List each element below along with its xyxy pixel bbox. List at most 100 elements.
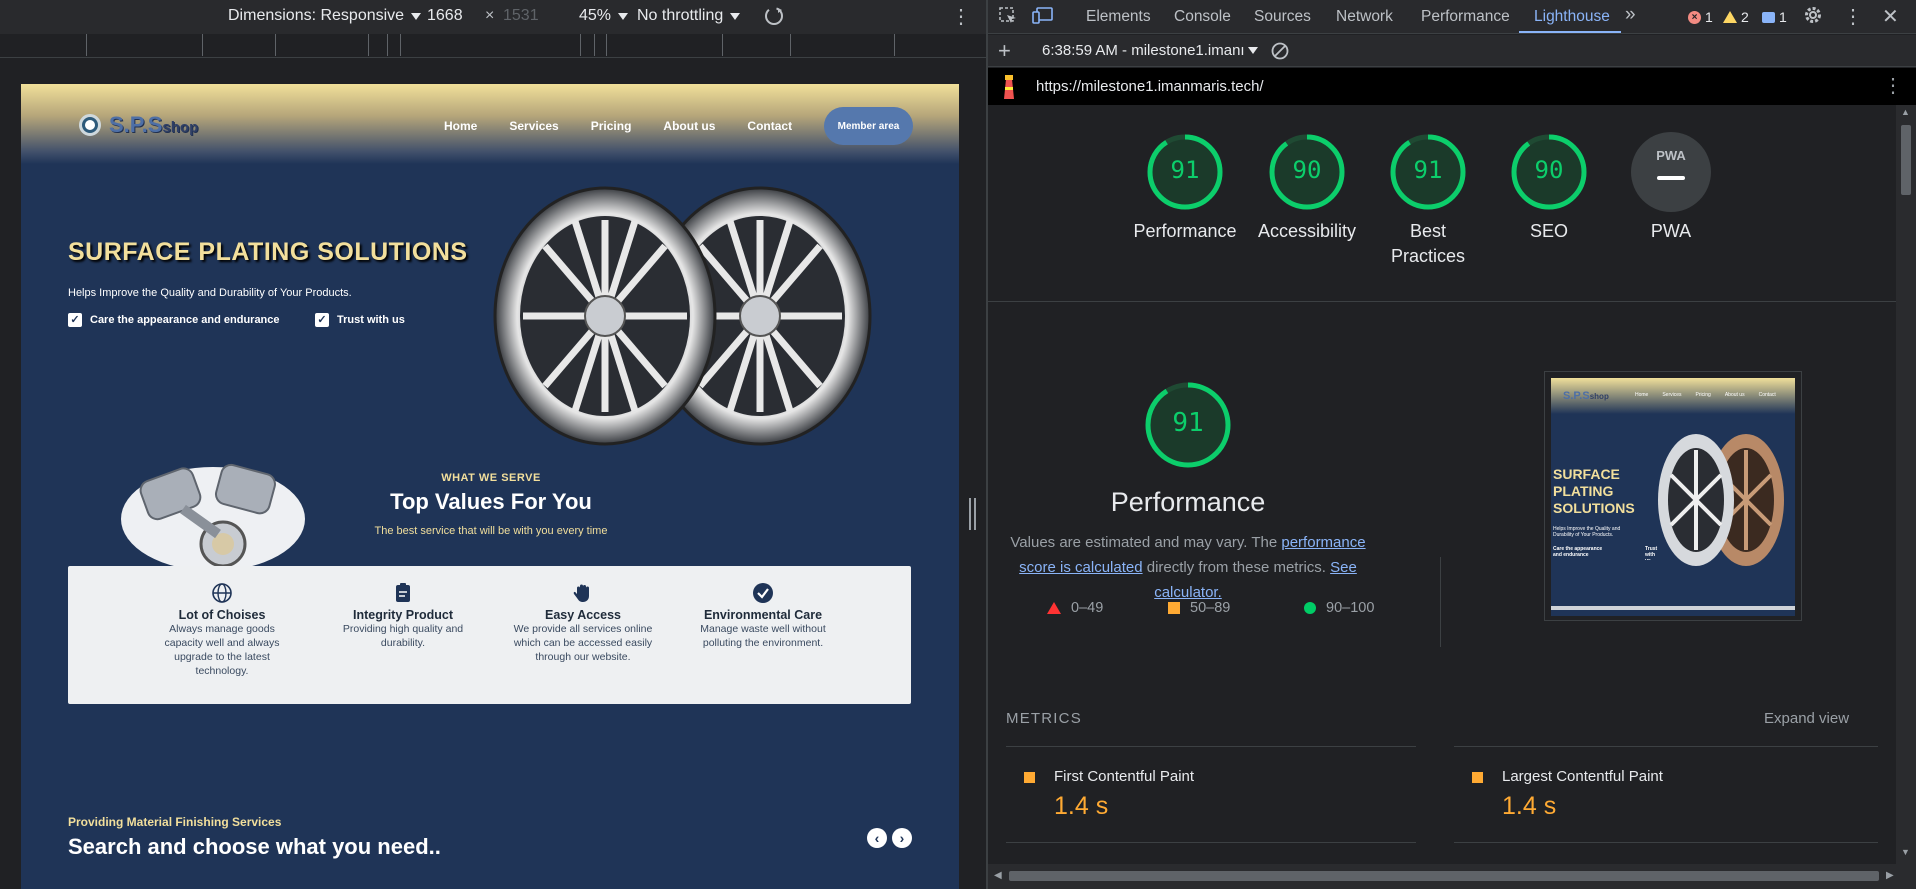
device-toolbar: Dimensions: Responsive 1668 × 1531 45% N…	[0, 0, 986, 34]
vertical-separator	[1440, 557, 1441, 647]
thumb-check-1: Care the appearance and endurance	[1553, 546, 1603, 558]
messages-counter[interactable]: 1	[1762, 9, 1787, 25]
value-title: Easy Access	[545, 608, 621, 622]
gauge-accessibility[interactable]: 90 Accessibility	[1247, 132, 1367, 244]
gauge-best-practices[interactable]: 91 Best Practices	[1378, 132, 1478, 269]
material-title: Search and choose what you need..	[68, 834, 441, 859]
pwa-badge-text: PWA	[1656, 148, 1686, 163]
gauge-label: PWA	[1650, 221, 1692, 241]
nav-home[interactable]: Home	[444, 119, 477, 133]
chevron-down-icon	[730, 12, 741, 20]
nav-services[interactable]: Services	[509, 119, 558, 133]
errors-counter[interactable]: × 1	[1688, 9, 1713, 25]
pass-circle-icon	[1304, 602, 1316, 614]
error-icon: ×	[1688, 10, 1701, 24]
final-screenshot-thumbnail[interactable]: S.P.Sshop Home Services Pricing About us Con…	[1544, 371, 1802, 621]
gauge-pwa[interactable]: PWA PWA	[1621, 132, 1721, 244]
report-menu-icon[interactable]: ⋮	[1883, 73, 1903, 98]
more-tabs-icon[interactable]: »	[1625, 4, 1636, 26]
member-area-button[interactable]: Member area	[824, 107, 913, 145]
scroll-down-icon[interactable]: ▼	[1901, 847, 1910, 857]
logo-text: S.P.S	[109, 112, 163, 137]
device-mode-pane: Dimensions: Responsive 1668 × 1531 45% N…	[0, 0, 986, 889]
customize-menu-icon[interactable]: ⋮	[1843, 4, 1863, 29]
scroll-left-icon[interactable]: ◀	[994, 870, 1002, 881]
scroll-up-icon[interactable]: ▲	[1901, 107, 1910, 117]
thumb-hero-title: SURFACE PLATING SOLUTIONS	[1553, 466, 1635, 516]
more-options-icon[interactable]: ⋮	[951, 4, 971, 29]
lighthouse-logo-icon	[1000, 74, 1018, 105]
hero-title: SURFACE PLATING SOLUTIONS	[68, 238, 468, 266]
warning-icon	[1723, 11, 1737, 23]
gauge-seo[interactable]: 90 SEO	[1499, 132, 1599, 244]
values-panel: Lot of Choises Always manage goods capac…	[68, 566, 911, 704]
serve-eyebrow: WHAT WE SERVE	[441, 472, 541, 484]
clear-reports-icon[interactable]	[1270, 41, 1290, 66]
value-card-environment: Environmental Care Manage waste well wit…	[693, 582, 833, 650]
main-performance-gauge: 91	[1143, 380, 1233, 470]
value-desc: We provide all services online which can…	[513, 623, 653, 663]
checkbox-icon: ✓	[315, 313, 329, 327]
width-value: 1668	[427, 7, 463, 24]
metric-divider	[1006, 746, 1416, 747]
value-card-integrity: Integrity Product Providing high quality…	[333, 582, 473, 650]
thumb-hero-subtitle: Helps Improve the Quality and Durability…	[1553, 526, 1621, 538]
scroll-right-icon[interactable]: ▶	[1886, 870, 1894, 881]
tab-sources[interactable]: Sources	[1254, 8, 1311, 26]
dimensions-label: Dimensions: Responsive	[228, 7, 405, 24]
report-select[interactable]: 6:38:59 AM - milestone1.imanı	[1042, 42, 1258, 59]
tab-performance[interactable]: Performance	[1421, 8, 1510, 26]
vertical-scrollbar[interactable]: ▲ ▼	[1896, 105, 1916, 864]
expand-view-toggle[interactable]: Expand view	[1764, 710, 1849, 727]
metric-value: 1.4 s	[1502, 792, 1557, 820]
resize-handle[interactable]	[969, 498, 976, 530]
inspect-element-icon[interactable]	[998, 6, 1018, 31]
audited-url[interactable]: https://milestone1.imanmaris.tech/	[1036, 78, 1264, 95]
check-circle-icon	[753, 583, 773, 603]
settings-icon[interactable]	[1803, 5, 1823, 30]
metric-name: Largest Contentful Paint	[1502, 768, 1663, 785]
thumbnail-page: S.P.Sshop Home Services Pricing About us Con…	[1551, 378, 1795, 616]
horizontal-scroll-thumb[interactable]	[1009, 871, 1879, 881]
metric-name: First Contentful Paint	[1054, 768, 1195, 785]
value-desc: Always manage goods capacity well and al…	[164, 623, 280, 677]
zoom-select[interactable]: 45%	[579, 7, 629, 25]
carousel-prev-button[interactable]: ‹	[867, 828, 887, 848]
average-square-icon	[1024, 772, 1035, 783]
tab-elements[interactable]: Elements	[1086, 8, 1151, 26]
site-logo[interactable]: S.P.Sshop	[79, 112, 198, 138]
legend-pass: 90–100	[1304, 600, 1374, 616]
throttling-select[interactable]: No throttling	[637, 7, 741, 25]
height-input[interactable]: 1531	[503, 7, 539, 25]
close-devtools-icon[interactable]: ✕	[1882, 4, 1899, 29]
carousel-next-button[interactable]: ›	[892, 828, 912, 848]
nav-pricing[interactable]: Pricing	[591, 119, 632, 133]
gauge-score: 90	[1292, 156, 1322, 184]
devtools-panel: Elements Console Sources Network Perform…	[988, 0, 1916, 889]
metric-divider	[1454, 746, 1878, 747]
nav-contact[interactable]: Contact	[747, 119, 792, 133]
lighthouse-report: 91 Performance 90 Accessibility 91 Best …	[988, 105, 1896, 864]
rotate-icon[interactable]	[763, 5, 785, 27]
chrome-wheels-image	[493, 186, 872, 446]
lighthouse-url-bar: https://milestone1.imanmaris.tech/ ⋮	[988, 68, 1916, 105]
vertical-scroll-thumb[interactable]	[1901, 125, 1911, 195]
legend-fail: 0–49	[1047, 600, 1103, 616]
tab-network[interactable]: Network	[1336, 8, 1393, 26]
device-toggle-icon[interactable]	[1032, 6, 1054, 31]
emulated-viewport[interactable]: S.P.Sshop Home Services Pricing About us…	[21, 84, 959, 889]
times-sign: ×	[485, 7, 495, 24]
gauge-performance[interactable]: 91 Performance	[1130, 132, 1240, 244]
lighthouse-toolbar: + 6:38:59 AM - milestone1.imanı	[988, 35, 1916, 67]
tab-lighthouse[interactable]: Lighthouse	[1534, 8, 1610, 26]
dimensions-select[interactable]: Dimensions: Responsive	[228, 7, 422, 25]
width-input[interactable]: 1668	[427, 7, 463, 25]
horizontal-scrollbar[interactable]: ◀ ▶	[988, 864, 1916, 889]
metric-divider	[1454, 842, 1878, 843]
gauge-label: Best Practices	[1390, 221, 1466, 266]
gauge-label: SEO	[1529, 221, 1568, 241]
nav-about[interactable]: About us	[663, 119, 715, 133]
tab-console[interactable]: Console	[1174, 8, 1231, 26]
new-report-icon[interactable]: +	[998, 38, 1011, 64]
warnings-counter[interactable]: 2	[1723, 9, 1749, 25]
